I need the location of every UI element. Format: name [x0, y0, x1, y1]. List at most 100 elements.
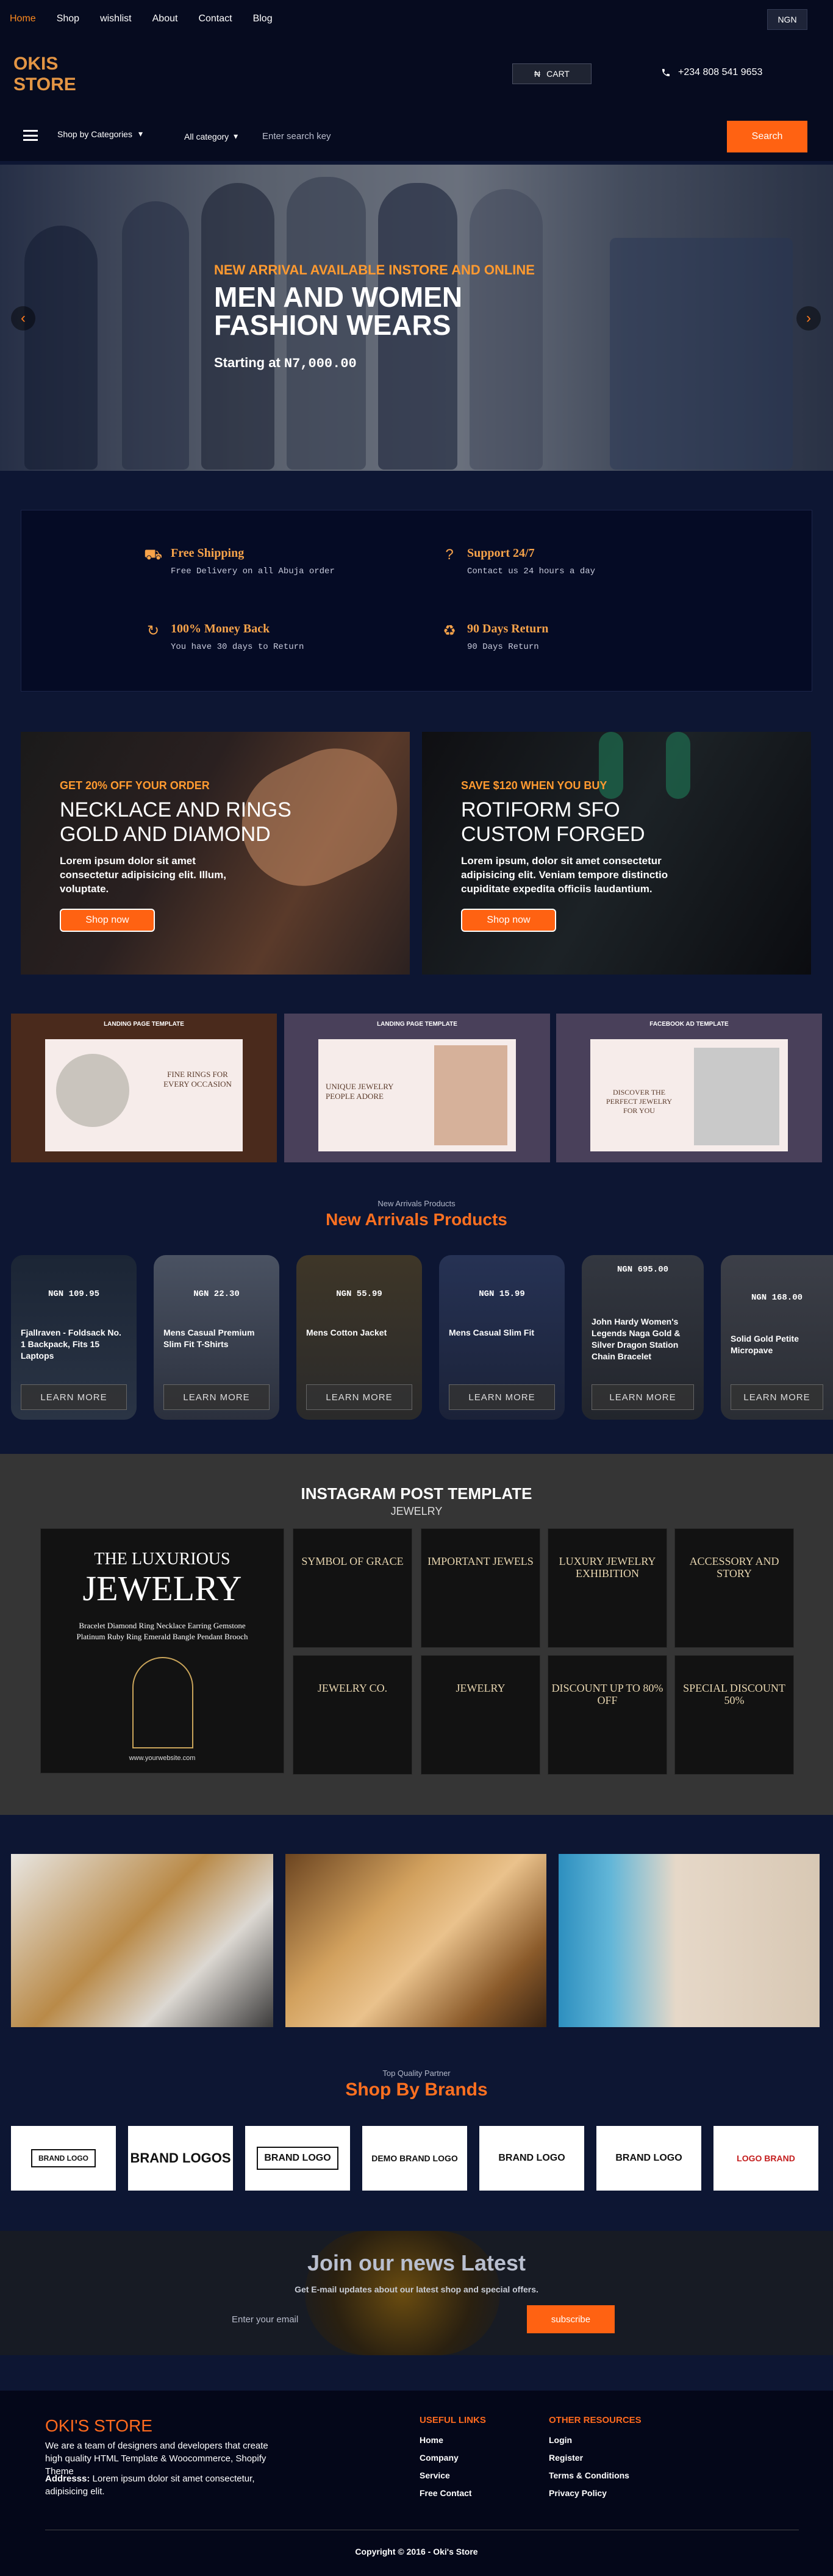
promo-text: Lorem ipsum, dolor sit amet consectetur … [461, 855, 668, 895]
phone-icon [662, 69, 670, 76]
instagram-post[interactable]: ACCESSORY AND STORY [674, 1528, 794, 1648]
instagram-post[interactable]: SYMBOL OF GRACE [293, 1528, 412, 1648]
feature-free-shipping: ⛟ Free Shipping Free Delivery on all Abuj… [144, 546, 335, 576]
footer-link-register[interactable]: Register [549, 2453, 642, 2463]
feature-title: 100% Money Back [171, 622, 270, 635]
product-price: NGN 168.00 [751, 1293, 803, 1303]
product-card[interactable]: NGN 695.00 John Hardy Women's Legends Na… [582, 1255, 704, 1420]
jewelry-photo [559, 1854, 820, 2027]
truck-icon: ⛟ [144, 546, 163, 563]
feature-post-site: www.yourwebsite.com [129, 1755, 196, 1762]
features-panel [21, 510, 812, 692]
footer-link-contact[interactable]: Free Contact [420, 2488, 486, 2498]
product-name: Solid Gold Petite Micropave [731, 1334, 799, 1355]
feature-money-back: ↻ 100% Money Back You have 30 days to Ret… [144, 622, 304, 652]
phone-contact[interactable]: +234 808 541 9653 [661, 67, 762, 78]
nav-about[interactable]: About [152, 13, 178, 24]
footer-link-login[interactable]: Login [549, 2435, 642, 2445]
product-name: Mens Cotton Jacket [306, 1328, 387, 1337]
promo-title: NECKLACE AND RINGS GOLD AND DIAMOND [60, 798, 291, 846]
nav-shop[interactable]: Shop [57, 13, 79, 24]
template-card[interactable]: FACEBOOK AD TEMPLATE DISCOVER THE PERFEC… [556, 1014, 822, 1162]
footer-link-company[interactable]: Company [420, 2453, 486, 2463]
hero-subtitle: NEW ARRIVAL AVAILABLE INSTORE AND ONLINE [214, 262, 535, 277]
product-card[interactable]: NGN 15.99 Mens Casual Slim Fit LEARN MOR… [439, 1255, 565, 1420]
nav-wishlist[interactable]: wishlist [100, 13, 132, 24]
product-card[interactable]: NGN 22.30 Mens Casual Premium Slim Fit T… [154, 1255, 279, 1420]
instagram-post[interactable]: IMPORTANT JEWELS [421, 1528, 540, 1648]
instagram-feature-post[interactable]: THE LUXURIOUS JEWELRY Bracelet Diamond R… [40, 1528, 284, 1773]
currency-select[interactable]: NGN [767, 9, 807, 30]
template-preview: DISCOVER THE PERFECT JEWELRY FOR YOU [590, 1039, 788, 1151]
hero-title: MEN AND WOMEN FASHION WEARS [214, 283, 641, 339]
promo-rotiform: SAVE $120 WHEN YOU BUY ROTIFORM SFO CUSTO… [422, 732, 811, 975]
template-preview: FINE RINGS FOR EVERY OCCASION [45, 1039, 243, 1151]
nav-home[interactable]: Home [10, 13, 36, 24]
learn-more-button[interactable]: LEARN MORE [163, 1384, 270, 1410]
newsletter-title: Join our news Latest [307, 2250, 526, 2275]
learn-more-button[interactable]: LEARN MORE [21, 1384, 127, 1410]
all-category-label: All category [184, 131, 229, 141]
all-category-select[interactable]: All category ▾ [184, 131, 238, 141]
refresh-icon: ↻ [146, 623, 160, 639]
learn-more-button[interactable]: LEARN MORE [449, 1384, 555, 1410]
footer-link-service[interactable]: Service [420, 2470, 486, 2480]
template-card[interactable]: LANDING PAGE TEMPLATE FINE RINGS FOR EVE… [11, 1014, 277, 1162]
logo-line2: STORE [13, 74, 76, 95]
newsletter-email-input[interactable] [223, 2305, 524, 2333]
brand-logo[interactable]: LOGO BRAND [713, 2126, 818, 2191]
nav-contact[interactable]: Contact [198, 13, 232, 24]
subscribe-button[interactable]: subscribe [527, 2305, 615, 2333]
search-input[interactable] [262, 122, 713, 150]
shop-by-categories-dropdown[interactable]: Shop by Categories ▾ [57, 129, 143, 139]
hamburger-menu-icon[interactable] [23, 130, 38, 141]
shop-now-button[interactable]: Shop now [461, 909, 556, 932]
template-heading: FINE RINGS FOR EVERY OCCASION [163, 1070, 232, 1089]
product-card[interactable]: NGN 109.95 Fjallraven - Foldsack No. 1 B… [11, 1255, 137, 1420]
product-price: NGN 22.30 [193, 1289, 240, 1299]
newsletter-subtitle: Get E-mail updates about our latest shop… [295, 2284, 538, 2294]
hero-price-value: N7,000.00 [284, 356, 357, 371]
hero-next-arrow-icon[interactable]: › [796, 306, 821, 331]
address-label: Addresss: [45, 2474, 90, 2484]
shop-now-button[interactable]: Shop now [60, 909, 155, 932]
naira-icon: ₦ [534, 69, 541, 79]
footer-link-home[interactable]: Home [420, 2435, 486, 2445]
phone-number: +234 808 541 9653 [678, 67, 763, 77]
brand-logo[interactable]: DEMO BRAND LOGO [362, 2126, 467, 2191]
store-logo[interactable]: OKIS STORE [13, 54, 76, 95]
learn-more-button[interactable]: LEARN MORE [731, 1384, 823, 1410]
instagram-post[interactable]: LUXURY JEWELRY EXHIBITION [548, 1528, 667, 1648]
brand-logo[interactable]: BRAND LOGO [245, 2126, 350, 2191]
template-card[interactable]: LANDING PAGE TEMPLATE UNIQUE JEWELRY PEO… [284, 1014, 550, 1162]
instagram-post[interactable]: JEWELRY CO. [293, 1655, 412, 1775]
brand-logo[interactable]: BRAND LOGO [11, 2126, 116, 2191]
product-card[interactable]: NGN 168.00 Solid Gold Petite Micropave L… [721, 1255, 833, 1420]
instagram-title: INSTAGRAM POST TEMPLATE [301, 1484, 532, 1503]
feature-post-line1: THE LUXURIOUS [94, 1550, 231, 1569]
nav-blog[interactable]: Blog [253, 13, 273, 24]
learn-more-button[interactable]: LEARN MORE [306, 1384, 412, 1410]
partners-subtitle: Top Quality Partner [382, 2069, 451, 2078]
template-preview: UNIQUE JEWELRY PEOPLE ADORE [318, 1039, 516, 1151]
instagram-post[interactable]: SPECIAL DISCOUNT 50% [674, 1655, 794, 1775]
instagram-post[interactable]: JEWELRY [421, 1655, 540, 1775]
brand-logo[interactable]: BRAND LOGOS [128, 2126, 233, 2191]
hero-price: Starting at N7,000.00 [214, 355, 357, 371]
cart-button[interactable]: ₦ CART [512, 63, 592, 84]
footer-link-terms[interactable]: Terms & Conditions [549, 2470, 642, 2480]
recycle-icon: ♻ [443, 623, 456, 639]
hero-title-line1: MEN AND WOMEN [214, 281, 463, 313]
brand-logo[interactable]: BRAND LOGO [596, 2126, 701, 2191]
other-resources: OTHER RESOURCES Login Register Terms & C… [549, 2415, 642, 2506]
instagram-post[interactable]: DISCOUNT UP TO 80% OFF [548, 1655, 667, 1775]
brand-logo[interactable]: BRAND LOGO [479, 2126, 584, 2191]
hero-prev-arrow-icon[interactable]: ‹ [11, 306, 35, 331]
feature-title: Free Shipping [171, 546, 245, 560]
product-card[interactable]: NGN 55.99 Mens Cotton Jacket LEARN MORE [296, 1255, 422, 1420]
categories-label: Shop by Categories [57, 129, 132, 139]
feature-desc: Free Delivery on all Abuja order [171, 567, 335, 576]
footer-link-privacy[interactable]: Privacy Policy [549, 2488, 642, 2498]
search-button[interactable]: Search [727, 121, 807, 152]
learn-more-button[interactable]: LEARN MORE [592, 1384, 694, 1410]
